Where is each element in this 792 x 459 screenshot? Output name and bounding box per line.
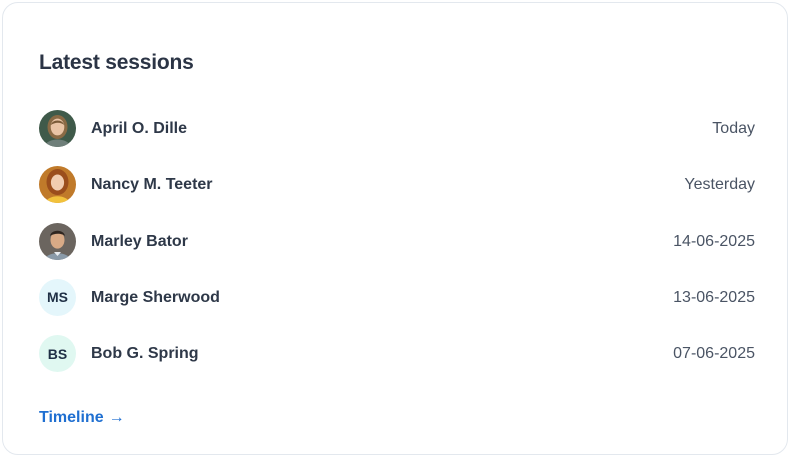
session-row[interactable]: Nancy M. Teeter Yesterday xyxy=(39,166,755,222)
card-title: Latest sessions xyxy=(39,51,194,74)
session-name: Bob G. Spring xyxy=(91,345,199,362)
session-date: 07-06-2025 xyxy=(673,345,755,362)
avatar-photo xyxy=(39,110,76,147)
session-date: Yesterday xyxy=(684,176,755,194)
latest-sessions-card: Latest sessions April O. Dille Today Nan… xyxy=(2,2,788,455)
session-row[interactable]: MS Marge Sherwood 13-06-2025 xyxy=(39,278,755,335)
session-list: April O. Dille Today Nancy M. Teeter Yes… xyxy=(39,110,755,391)
avatar-initials: BS xyxy=(39,335,76,372)
session-date: 14-06-2025 xyxy=(673,232,755,250)
session-name: Marley Bator xyxy=(91,232,188,250)
session-date: Today xyxy=(712,120,755,137)
session-date: 13-06-2025 xyxy=(673,288,755,306)
timeline-link-label: Timeline xyxy=(39,409,104,426)
session-name: April O. Dille xyxy=(91,120,188,137)
session-name: Marge Sherwood xyxy=(91,288,220,306)
arrow-right-icon: → xyxy=(108,409,125,426)
session-row[interactable]: Marley Bator 14-06-2025 xyxy=(39,222,755,279)
session-row[interactable]: April O. Dille Today xyxy=(39,110,755,166)
timeline-link[interactable]: Timeline → xyxy=(39,407,125,429)
avatar-photo xyxy=(39,166,76,204)
session-name: Nancy M. Teeter xyxy=(91,176,213,194)
avatar-photo xyxy=(39,222,76,260)
avatar-initials: MS xyxy=(39,278,76,316)
session-row[interactable]: BS Bob G. Spring 07-06-2025 xyxy=(39,335,755,391)
